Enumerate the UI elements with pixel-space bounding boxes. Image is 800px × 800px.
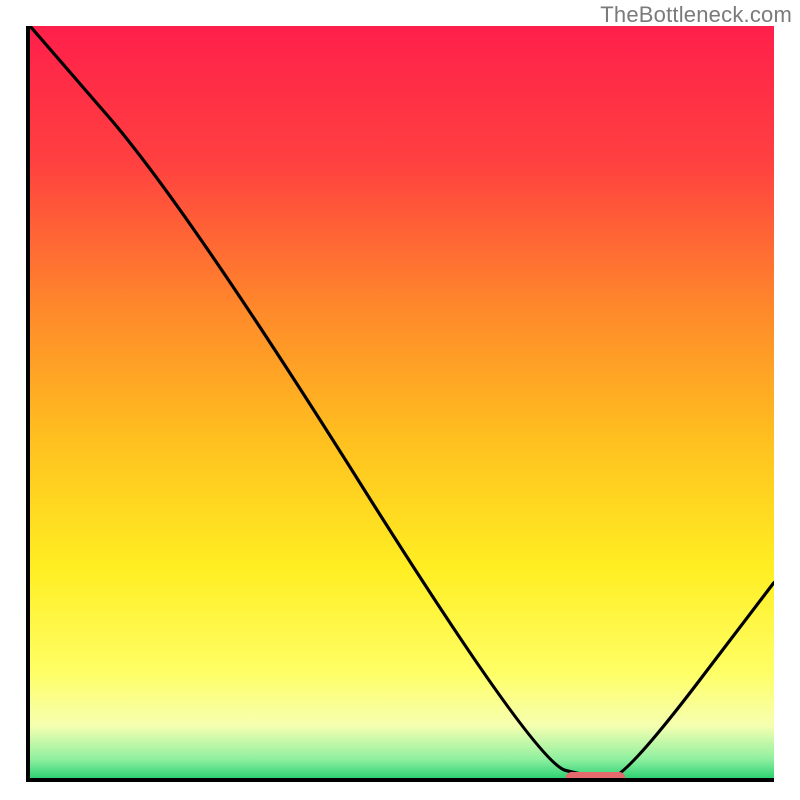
- watermark-text: TheBottleneck.com: [600, 2, 792, 28]
- chart-root: TheBottleneck.com: [0, 0, 800, 800]
- plot-area: [30, 26, 774, 778]
- sweet-spot-marker: [30, 26, 774, 778]
